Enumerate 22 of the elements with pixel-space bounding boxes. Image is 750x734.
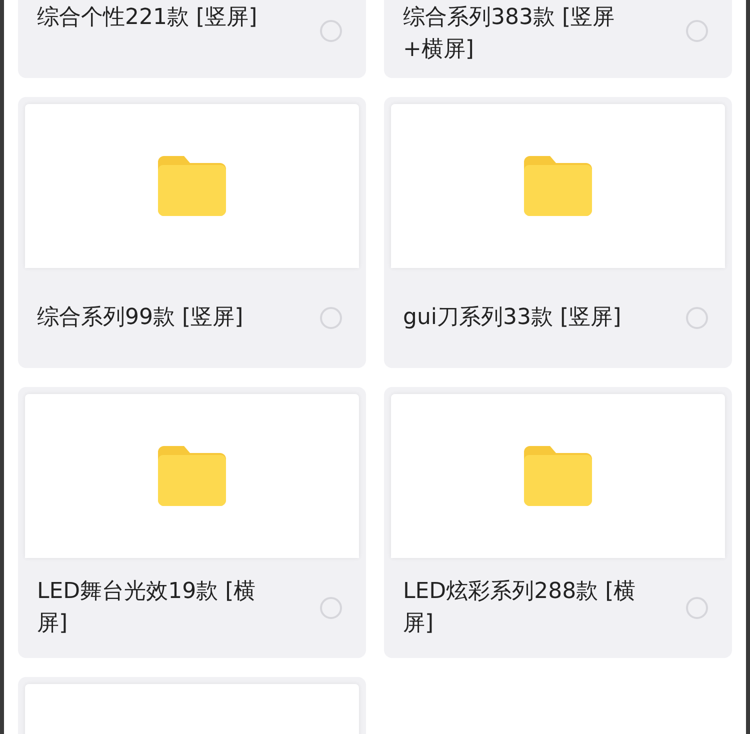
select-radio[interactable]	[320, 307, 342, 329]
folder-icon	[158, 446, 226, 506]
select-radio[interactable]	[320, 597, 342, 619]
folder-icon	[158, 156, 226, 216]
select-radio[interactable]	[320, 20, 342, 42]
folder-card[interactable]: gui刀系列33款 [竖屏]	[384, 97, 732, 368]
folder-name: LED炫彩系列288款 [横屏]	[403, 578, 637, 638]
select-radio[interactable]	[686, 20, 708, 42]
folder-name: LED舞台光效19款 [横屏]	[37, 578, 257, 638]
folder-name: 综合个性221款 [竖屏]	[37, 4, 258, 32]
select-radio[interactable]	[686, 307, 708, 329]
folder-name: gui刀系列33款 [竖屏]	[403, 304, 622, 332]
folder-card[interactable]: LED炫彩系列288款 [横屏]	[384, 387, 732, 658]
folder-icon	[524, 156, 592, 216]
folder-name: 综合系列383款 [竖屏 +横屏]	[403, 4, 616, 64]
folder-card[interactable]: LED舞台光效19款 [横屏]	[18, 387, 366, 658]
select-radio[interactable]	[686, 597, 708, 619]
folder-card[interactable]: 综合个性221款 [竖屏]	[18, 0, 366, 78]
folder-name: 综合系列99款 [竖屏]	[37, 304, 244, 332]
folder-icon	[524, 446, 592, 506]
folder-card[interactable]: 综合系列99款 [竖屏]	[18, 97, 366, 368]
folder-card[interactable]: 综合系列383款 [竖屏 +横屏]	[384, 0, 732, 78]
